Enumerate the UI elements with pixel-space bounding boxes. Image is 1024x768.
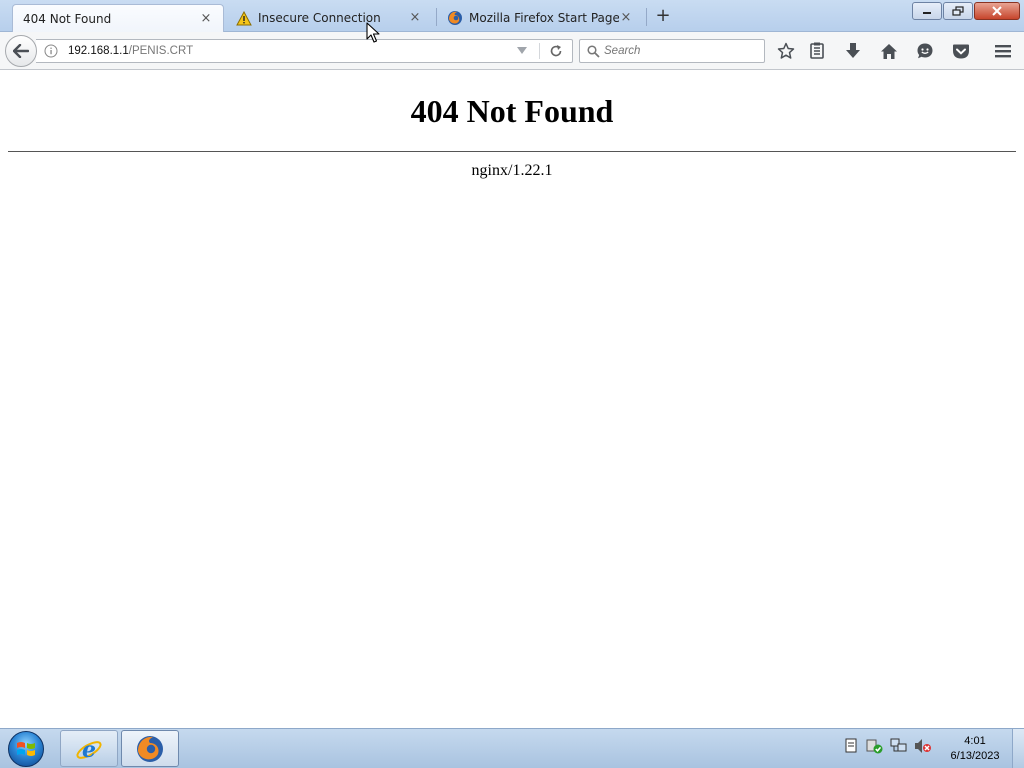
close-window-button[interactable]: [974, 2, 1020, 20]
reading-list-button[interactable]: [806, 40, 828, 62]
url-text[interactable]: 192.168.1.1/PENIS.CRT: [68, 45, 515, 57]
taskbar: e 4:01 6/13/2023: [0, 728, 1024, 768]
pocket-icon: [953, 44, 969, 58]
system-tray: [842, 737, 932, 755]
show-desktop-button[interactable]: [1012, 729, 1024, 768]
back-button[interactable]: [5, 35, 37, 67]
reading-list-icon: [810, 42, 824, 59]
taskbar-firefox[interactable]: [121, 730, 179, 767]
tab-label: Mozilla Firefox Start Page: [469, 11, 619, 25]
downloads-button[interactable]: [842, 40, 864, 62]
url-bar[interactable]: 192.168.1.1/PENIS.CRT: [36, 39, 573, 63]
reload-icon: [550, 45, 562, 57]
close-tab-icon[interactable]: ×: [199, 11, 213, 26]
security-icon[interactable]: [866, 737, 884, 755]
windows-logo-icon: [8, 731, 44, 767]
bookmark-star-icon: [777, 42, 795, 59]
new-tab-button[interactable]: +: [652, 6, 674, 28]
divider: [8, 151, 1016, 152]
search-input[interactable]: [604, 45, 754, 57]
reload-button[interactable]: [540, 44, 572, 58]
bookmark-star-button[interactable]: [775, 40, 797, 62]
history-dropdown-icon[interactable]: [515, 46, 529, 57]
start-button[interactable]: [4, 731, 48, 767]
navigation-toolbar: 192.168.1.1/PENIS.CRT: [0, 32, 1024, 70]
close-tab-icon[interactable]: ×: [619, 11, 633, 25]
taskbar-internet-explorer[interactable]: e: [60, 730, 118, 767]
page-title: 404 Not Found: [410, 93, 614, 129]
pocket-button[interactable]: [950, 40, 972, 62]
firefox-icon: [137, 735, 163, 762]
tab-firefox-start-page[interactable]: Mozilla Firefox Start Page ×: [437, 4, 643, 32]
mouse-cursor-icon: [366, 22, 380, 43]
tab-insecure-connection[interactable]: Insecure Connection ×: [226, 4, 432, 32]
warning-icon: [236, 10, 252, 26]
menu-icon: [995, 45, 1011, 58]
menu-button[interactable]: [992, 40, 1014, 62]
window-controls: [912, 2, 1020, 20]
tab-strip: 404 Not Found × Insecure Connection × Mo…: [0, 0, 1024, 32]
action-center-icon[interactable]: [842, 737, 860, 755]
search-bar[interactable]: [579, 39, 765, 63]
hello-icon: [917, 43, 933, 59]
network-icon[interactable]: [890, 737, 908, 755]
tab-separator: [646, 8, 647, 26]
minimize-button[interactable]: [912, 2, 942, 20]
clock-time: 4:01: [964, 735, 986, 747]
page-content: 404 Not Found nginx/1.22.1: [0, 71, 1024, 728]
clock-date: 6/13/2023: [950, 750, 1000, 762]
back-arrow-icon: [13, 44, 29, 58]
url-path: /PENIS.CRT: [128, 45, 194, 57]
tab-label: Insecure Connection: [258, 11, 381, 25]
site-info-icon[interactable]: [42, 42, 60, 60]
internet-explorer-icon: e: [76, 737, 102, 763]
firefox-icon: [447, 10, 463, 26]
volume-muted-icon[interactable]: [914, 737, 932, 755]
search-icon: [582, 44, 604, 58]
close-tab-icon[interactable]: ×: [408, 11, 422, 25]
tab-label: 404 Not Found: [23, 11, 112, 26]
home-button[interactable]: [878, 40, 900, 62]
restore-icon: [952, 6, 964, 16]
restore-button[interactable]: [943, 2, 973, 20]
tab-404-not-found[interactable]: 404 Not Found ×: [12, 4, 224, 32]
home-icon: [881, 43, 897, 59]
svg-text:e: e: [82, 737, 96, 763]
minimize-icon: [923, 12, 931, 14]
url-host: 192.168.1.1: [68, 45, 129, 57]
server-signature: nginx/1.22.1: [471, 162, 553, 179]
downloads-icon: [846, 43, 860, 58]
close-icon: [992, 6, 1002, 16]
hello-button[interactable]: [914, 40, 936, 62]
clock[interactable]: 4:01 6/13/2023: [942, 734, 1008, 764]
